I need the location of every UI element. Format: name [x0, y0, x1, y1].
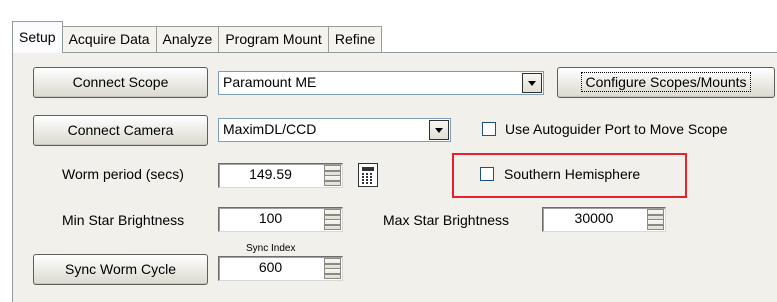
- worm-period-stepper[interactable]: 149.59: [218, 163, 343, 188]
- spin-up-icon[interactable]: [324, 209, 341, 220]
- chevron-down-icon[interactable]: [522, 73, 542, 93]
- max-star-brightness-label: Max Star Brightness: [383, 212, 510, 228]
- southern-hemisphere-label: Southern Hemisphere: [504, 166, 641, 182]
- sync-worm-cycle-button[interactable]: Sync Worm Cycle: [33, 254, 208, 285]
- worm-period-value: 149.59: [249, 166, 292, 182]
- camera-select-value: MaximDL/CCD: [223, 121, 317, 137]
- min-star-brightness-value: 100: [258, 210, 283, 226]
- tab-acquire-data[interactable]: Acquire Data: [61, 26, 157, 53]
- spin-down-icon[interactable]: [324, 220, 341, 230]
- sync-worm-cycle-label: Sync Worm Cycle: [65, 261, 176, 277]
- autoguider-checkbox-label: Use Autoguider Port to Move Scope: [505, 121, 728, 137]
- connect-camera-label: Connect Camera: [67, 122, 174, 138]
- spin-down-icon[interactable]: [647, 220, 664, 230]
- tab-analyze[interactable]: Analyze: [155, 26, 220, 53]
- spin-down-icon[interactable]: [324, 269, 341, 279]
- tab-program-mount[interactable]: Program Mount: [218, 26, 329, 53]
- tab-refine[interactable]: Refine: [327, 26, 383, 53]
- chevron-down-icon[interactable]: [429, 120, 449, 140]
- tab-strip: Setup Acquire Data Analyze Program Mount…: [12, 21, 383, 53]
- sync-index-stepper[interactable]: 600: [218, 256, 343, 281]
- autoguider-checkbox[interactable]: [482, 122, 496, 136]
- tab-setup[interactable]: Setup: [12, 21, 63, 53]
- spin-up-icon[interactable]: [324, 165, 341, 176]
- connect-camera-button[interactable]: Connect Camera: [33, 115, 208, 146]
- max-star-brightness-value: 30000: [574, 210, 614, 226]
- min-star-brightness-label: Min Star Brightness: [62, 212, 185, 228]
- sync-index-value: 600: [258, 259, 283, 275]
- scope-select[interactable]: Paramount ME: [218, 71, 544, 95]
- connect-scope-button[interactable]: Connect Scope: [33, 67, 208, 98]
- min-star-brightness-stepper[interactable]: 100: [218, 207, 343, 232]
- connect-scope-label: Connect Scope: [72, 74, 169, 90]
- configure-scopes-label: Configure Scopes/Mounts: [581, 72, 751, 92]
- camera-select[interactable]: MaximDL/CCD: [218, 118, 451, 142]
- configure-scopes-button[interactable]: Configure Scopes/Mounts: [557, 67, 775, 98]
- sync-index-label: Sync Index: [246, 243, 296, 254]
- spin-down-icon[interactable]: [324, 176, 341, 186]
- scope-select-value: Paramount ME: [223, 74, 317, 90]
- southern-hemisphere-checkbox[interactable]: [480, 167, 494, 181]
- max-star-brightness-stepper[interactable]: 30000: [542, 207, 666, 232]
- spin-up-icon[interactable]: [647, 209, 664, 220]
- spin-up-icon[interactable]: [324, 258, 341, 269]
- calculator-icon[interactable]: [358, 163, 378, 187]
- worm-period-label: Worm period (secs): [62, 166, 184, 182]
